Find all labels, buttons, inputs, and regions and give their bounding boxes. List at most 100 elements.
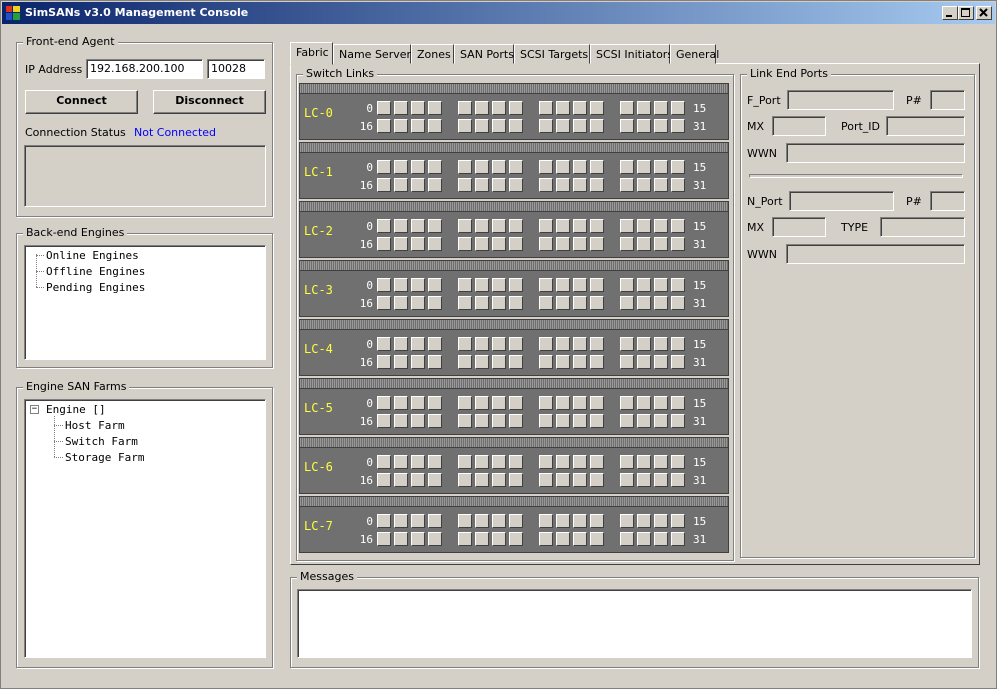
switch-port-19[interactable]	[428, 532, 442, 546]
switch-port-3[interactable]	[428, 160, 442, 174]
switch-port-26[interactable]	[573, 473, 587, 487]
switch-port-19[interactable]	[428, 178, 442, 192]
switch-port-4[interactable]	[458, 219, 472, 233]
switch-port-18[interactable]	[411, 414, 425, 428]
switch-port-11[interactable]	[590, 160, 604, 174]
switch-port-19[interactable]	[428, 296, 442, 310]
tree-item-storage-farm[interactable]: Storage Farm	[65, 451, 144, 464]
switch-port-3[interactable]	[428, 278, 442, 292]
switch-port-27[interactable]	[590, 119, 604, 133]
switch-port-18[interactable]	[411, 237, 425, 251]
switch-port-11[interactable]	[590, 396, 604, 410]
switch-port-15[interactable]	[671, 278, 685, 292]
switch-port-15[interactable]	[671, 101, 685, 115]
switch-port-21[interactable]	[475, 473, 489, 487]
switch-port-25[interactable]	[556, 355, 570, 369]
switch-port-7[interactable]	[509, 219, 523, 233]
switch-port-5[interactable]	[475, 455, 489, 469]
close-button[interactable]	[976, 6, 992, 20]
switch-port-3[interactable]	[428, 455, 442, 469]
switch-port-31[interactable]	[671, 355, 685, 369]
switch-port-16[interactable]	[377, 355, 391, 369]
switch-port-12[interactable]	[620, 337, 634, 351]
n-port-field[interactable]	[789, 191, 894, 211]
switch-port-31[interactable]	[671, 414, 685, 428]
switch-port-8[interactable]	[539, 160, 553, 174]
switch-port-7[interactable]	[509, 514, 523, 528]
switch-port-14[interactable]	[654, 101, 668, 115]
switch-port-3[interactable]	[428, 337, 442, 351]
switch-port-3[interactable]	[428, 101, 442, 115]
switch-port-23[interactable]	[509, 237, 523, 251]
switch-port-30[interactable]	[654, 119, 668, 133]
switch-port-26[interactable]	[573, 119, 587, 133]
type-field[interactable]	[880, 217, 965, 237]
switch-port-0[interactable]	[377, 278, 391, 292]
switch-port-8[interactable]	[539, 278, 553, 292]
switch-port-29[interactable]	[637, 355, 651, 369]
switch-port-9[interactable]	[556, 160, 570, 174]
f-port-number-field[interactable]	[930, 90, 965, 110]
switch-port-27[interactable]	[590, 237, 604, 251]
switch-port-6[interactable]	[492, 101, 506, 115]
switch-port-6[interactable]	[492, 160, 506, 174]
switch-port-2[interactable]	[411, 455, 425, 469]
switch-port-12[interactable]	[620, 455, 634, 469]
switch-port-8[interactable]	[539, 219, 553, 233]
tab-general[interactable]: General	[670, 44, 719, 64]
switch-port-14[interactable]	[654, 396, 668, 410]
switch-port-1[interactable]	[394, 278, 408, 292]
switch-port-27[interactable]	[590, 532, 604, 546]
connect-button[interactable]: Connect	[25, 90, 138, 114]
switch-port-2[interactable]	[411, 278, 425, 292]
switch-port-28[interactable]	[620, 237, 634, 251]
switch-port-29[interactable]	[637, 178, 651, 192]
switch-port-22[interactable]	[492, 178, 506, 192]
messages-textbox[interactable]	[297, 589, 972, 658]
switch-port-24[interactable]	[539, 296, 553, 310]
switch-port-3[interactable]	[428, 396, 442, 410]
switch-port-17[interactable]	[394, 296, 408, 310]
switch-port-0[interactable]	[377, 337, 391, 351]
switch-port-28[interactable]	[620, 473, 634, 487]
switch-port-28[interactable]	[620, 355, 634, 369]
switch-port-16[interactable]	[377, 296, 391, 310]
switch-port-28[interactable]	[620, 178, 634, 192]
switch-port-15[interactable]	[671, 396, 685, 410]
tab-zones[interactable]: Zones	[411, 44, 454, 64]
switch-port-3[interactable]	[428, 219, 442, 233]
switch-port-20[interactable]	[458, 473, 472, 487]
switch-port-14[interactable]	[654, 455, 668, 469]
switch-port-26[interactable]	[573, 237, 587, 251]
tree-item-online-engines[interactable]: Online Engines	[46, 249, 139, 262]
switch-port-30[interactable]	[654, 237, 668, 251]
switch-port-6[interactable]	[492, 278, 506, 292]
switch-port-29[interactable]	[637, 414, 651, 428]
ip-address-input[interactable]: 192.168.200.100	[86, 59, 203, 79]
switch-port-16[interactable]	[377, 473, 391, 487]
switch-port-19[interactable]	[428, 414, 442, 428]
switch-port-24[interactable]	[539, 355, 553, 369]
port-id-field[interactable]	[886, 116, 965, 136]
switch-port-1[interactable]	[394, 160, 408, 174]
switch-port-13[interactable]	[637, 219, 651, 233]
switch-port-18[interactable]	[411, 355, 425, 369]
switch-port-7[interactable]	[509, 278, 523, 292]
switch-port-31[interactable]	[671, 473, 685, 487]
switch-port-30[interactable]	[654, 532, 668, 546]
switch-port-25[interactable]	[556, 237, 570, 251]
switch-port-4[interactable]	[458, 101, 472, 115]
switch-port-27[interactable]	[590, 414, 604, 428]
switch-port-15[interactable]	[671, 160, 685, 174]
switch-port-6[interactable]	[492, 396, 506, 410]
switch-port-25[interactable]	[556, 473, 570, 487]
switch-port-17[interactable]	[394, 473, 408, 487]
switch-port-11[interactable]	[590, 514, 604, 528]
n-mx-field[interactable]	[772, 217, 826, 237]
switch-port-5[interactable]	[475, 278, 489, 292]
switch-port-30[interactable]	[654, 355, 668, 369]
switch-port-19[interactable]	[428, 119, 442, 133]
n-port-number-field[interactable]	[930, 191, 965, 211]
switch-port-29[interactable]	[637, 473, 651, 487]
switch-port-0[interactable]	[377, 455, 391, 469]
